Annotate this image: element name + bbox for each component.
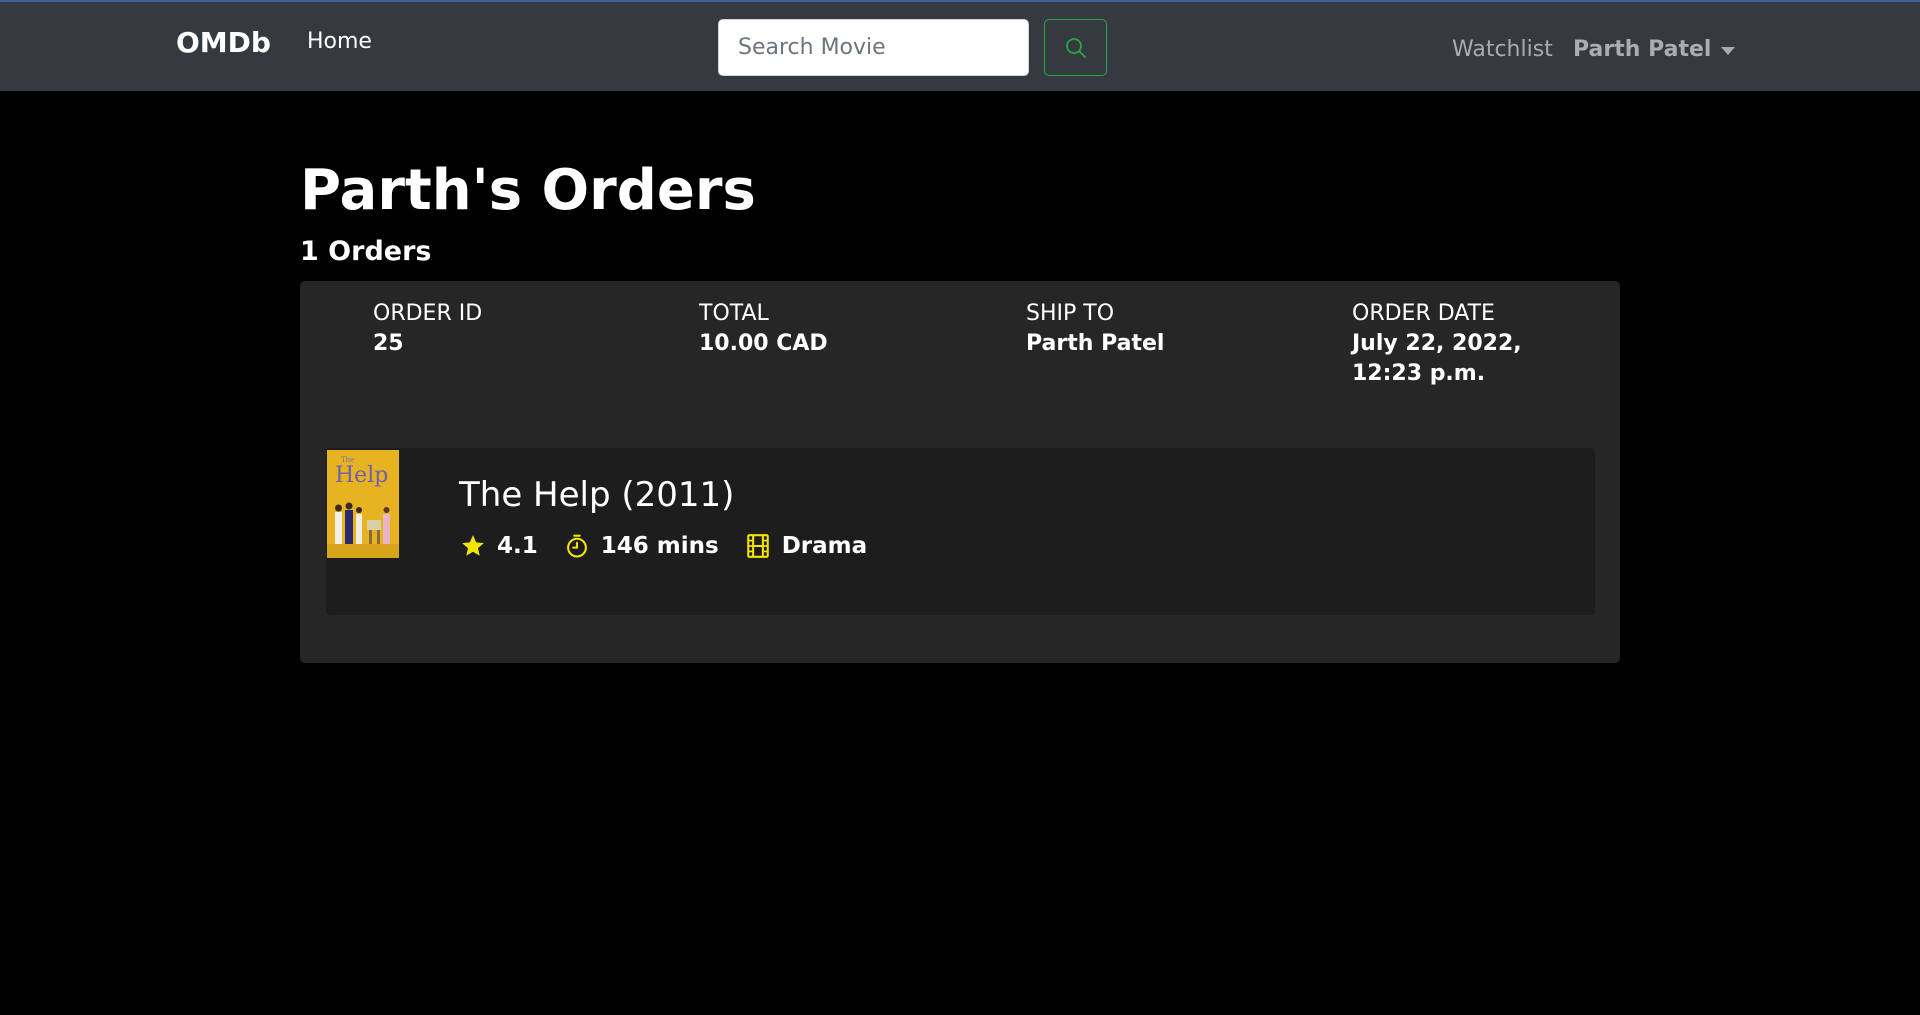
film-icon (744, 532, 772, 560)
search-input[interactable] (718, 19, 1029, 76)
movie-genre: Drama (781, 533, 868, 559)
nav-home-link[interactable]: Home (307, 29, 372, 54)
search-icon (1065, 37, 1086, 58)
poster-title-text: Help (335, 463, 388, 488)
order-item-row[interactable]: The Help The Help (2011) 4.1 146 mins Dr… (326, 448, 1595, 615)
order-count: 1 Orders (300, 236, 432, 267)
user-menu-dropdown[interactable]: Parth Patel (1573, 37, 1736, 62)
star-icon (459, 532, 487, 560)
brand-logo[interactable]: OMDb (176, 26, 271, 59)
order-total-field: TOTAL 10.00 CAD (699, 299, 828, 359)
ship-to-label: SHIP TO (1026, 301, 1115, 326)
order-card: ORDER ID 25 TOTAL 10.00 CAD SHIP TO Part… (300, 281, 1620, 663)
order-date-field: ORDER DATE July 22, 2022, 12:23 p.m. (1352, 299, 1592, 389)
ship-to-value: Parth Patel (1026, 331, 1165, 356)
order-id-label: ORDER ID (373, 301, 483, 326)
order-date-value: July 22, 2022, 12:23 p.m. (1352, 331, 1522, 386)
movie-poster[interactable]: The Help (327, 450, 399, 558)
movie-runtime: 146 mins (600, 533, 719, 559)
order-date-label: ORDER DATE (1352, 301, 1495, 326)
order-id-value: 25 (373, 331, 404, 356)
order-total-label: TOTAL (699, 301, 769, 326)
stopwatch-icon (563, 532, 591, 560)
nav-watchlist-link[interactable]: Watchlist (1452, 37, 1553, 62)
order-id-field: ORDER ID 25 (373, 299, 482, 359)
search-button[interactable] (1044, 19, 1107, 76)
movie-meta-row: 4.1 146 mins Drama (459, 530, 867, 562)
movie-title[interactable]: The Help (2011) (459, 475, 734, 515)
page-title: Parth's Orders (300, 158, 756, 223)
user-name: Parth Patel (1573, 37, 1712, 62)
order-total-value: 10.00 CAD (699, 331, 828, 356)
caret-down-icon (1721, 46, 1736, 55)
movie-rating: 4.1 (497, 533, 538, 559)
top-navbar: OMDb Home Watchlist Parth Patel (0, 2, 1920, 91)
ship-to-field: SHIP TO Parth Patel (1026, 299, 1164, 359)
